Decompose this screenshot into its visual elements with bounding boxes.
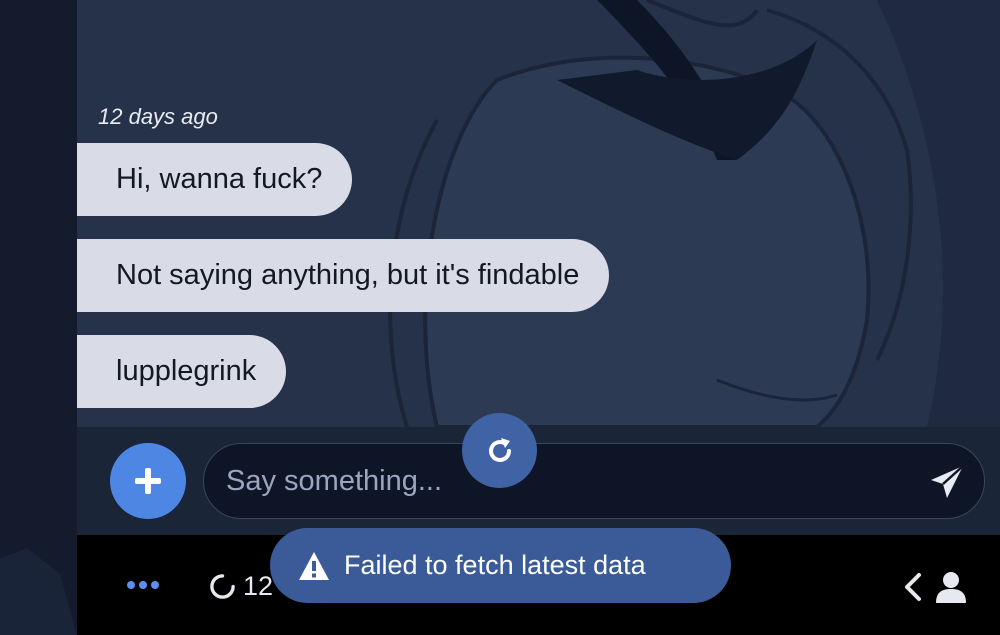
more-dots-icon[interactable] <box>127 578 159 592</box>
message-bubble[interactable]: lupplegrink <box>77 335 287 408</box>
send-button[interactable] <box>926 461 968 503</box>
message-timestamp: 12 days ago <box>98 104 218 129</box>
loading-icon <box>210 574 235 599</box>
plus-icon <box>135 468 161 494</box>
add-attachment-button[interactable] <box>110 443 186 519</box>
chevron-left-icon[interactable] <box>902 572 924 602</box>
error-toast: Failed to fetch latest data <box>270 528 731 603</box>
send-icon <box>931 465 964 498</box>
rail-decoration <box>0 548 77 635</box>
user-icon[interactable] <box>934 570 968 604</box>
toast-message: Failed to fetch latest data <box>344 550 646 580</box>
left-rail <box>0 0 77 635</box>
message-bubble[interactable]: Not saying anything, but it's findable <box>77 239 610 312</box>
count-text: 12 <box>243 571 274 601</box>
message-bubble[interactable]: Hi, wanna fuck? <box>77 143 353 216</box>
refresh-button[interactable] <box>462 413 537 488</box>
message-input[interactable]: Say something... <box>203 443 985 519</box>
refresh-icon <box>488 437 511 462</box>
warning-icon <box>298 551 330 581</box>
